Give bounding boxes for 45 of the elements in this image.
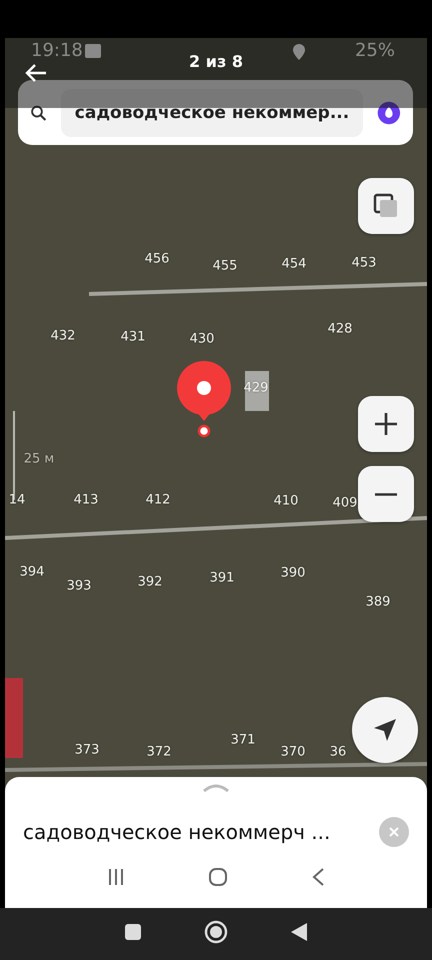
layers-button[interactable]: [358, 178, 414, 234]
plot-number: 455: [212, 258, 238, 274]
plot-number: 454: [282, 256, 306, 272]
home-button[interactable]: [208, 867, 228, 887]
status-time: 19:18: [31, 40, 83, 61]
close-icon: [388, 826, 400, 838]
plot-number: 410: [274, 494, 298, 508]
back-nav-button[interactable]: [311, 867, 326, 887]
plot-number: 372: [146, 744, 172, 760]
recent-apps-button[interactable]: [124, 923, 142, 941]
plot-number: 393: [66, 578, 92, 594]
plot-number: 389: [366, 594, 390, 610]
plot-number: 36: [330, 744, 346, 760]
search-field[interactable]: садоводческое некоммер...: [60, 88, 364, 136]
plot-number: 413: [74, 492, 98, 508]
back-nav-button[interactable]: [290, 922, 308, 942]
plot-number: 14: [8, 492, 26, 508]
plot-number: 430: [190, 332, 214, 346]
zoom-in-button[interactable]: [358, 396, 414, 452]
plot-number: 453: [352, 256, 376, 270]
battery-level: 25%: [354, 40, 395, 61]
scale-label: 25 м: [24, 452, 54, 466]
minus-icon: [375, 492, 397, 496]
plot-number: 428: [328, 322, 352, 336]
plot-number: 392: [138, 574, 162, 590]
plot-number: 370: [280, 744, 306, 760]
plot-number: 394: [20, 564, 44, 580]
plot-number: 412: [146, 492, 170, 508]
plot-number: 373: [74, 742, 100, 758]
image-icon: [85, 44, 101, 58]
zoom-out-button[interactable]: [358, 466, 414, 522]
plot-number: 390: [280, 566, 306, 580]
layers-icon: [373, 193, 399, 219]
plot-number: 409: [332, 496, 358, 510]
plus-icon: [373, 411, 399, 437]
plot-number: 432: [50, 328, 76, 344]
recent-apps-button[interactable]: [106, 868, 125, 886]
plot-number: 431: [120, 330, 146, 344]
location-icon: [293, 44, 305, 60]
image-counter: 2 из 8: [189, 52, 243, 71]
plot-number: 371: [230, 732, 256, 748]
place-title: садоводческое некоммерч ...: [23, 820, 332, 844]
location-arrow-icon: [372, 717, 398, 743]
plot-number: 456: [144, 252, 170, 266]
plot-number: 391: [210, 570, 234, 586]
